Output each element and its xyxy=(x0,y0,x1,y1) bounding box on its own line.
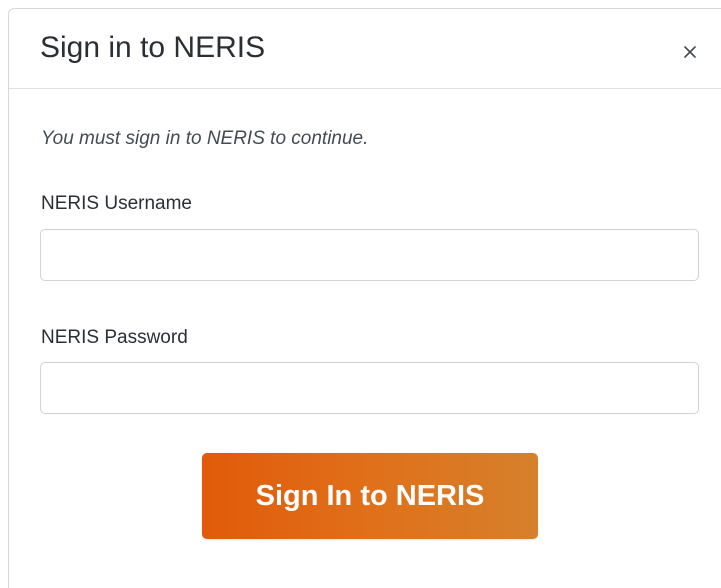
close-icon xyxy=(684,46,696,58)
dialog-title: Sign in to NERIS xyxy=(40,31,266,64)
dialog-body: You must sign in to NERIS to continue. N… xyxy=(9,89,721,588)
close-button[interactable] xyxy=(675,37,705,67)
username-input[interactable] xyxy=(40,229,699,281)
dialog-header: Sign in to NERIS xyxy=(9,9,721,89)
sign-in-button[interactable]: Sign In to NERIS xyxy=(202,453,538,539)
sign-in-notice: You must sign in to NERIS to continue. xyxy=(41,128,369,149)
username-label: NERIS Username xyxy=(41,193,192,214)
password-input[interactable] xyxy=(40,362,699,414)
sign-in-dialog: Sign in to NERIS You must sign in to NER… xyxy=(8,8,721,588)
password-label: NERIS Password xyxy=(41,327,188,348)
